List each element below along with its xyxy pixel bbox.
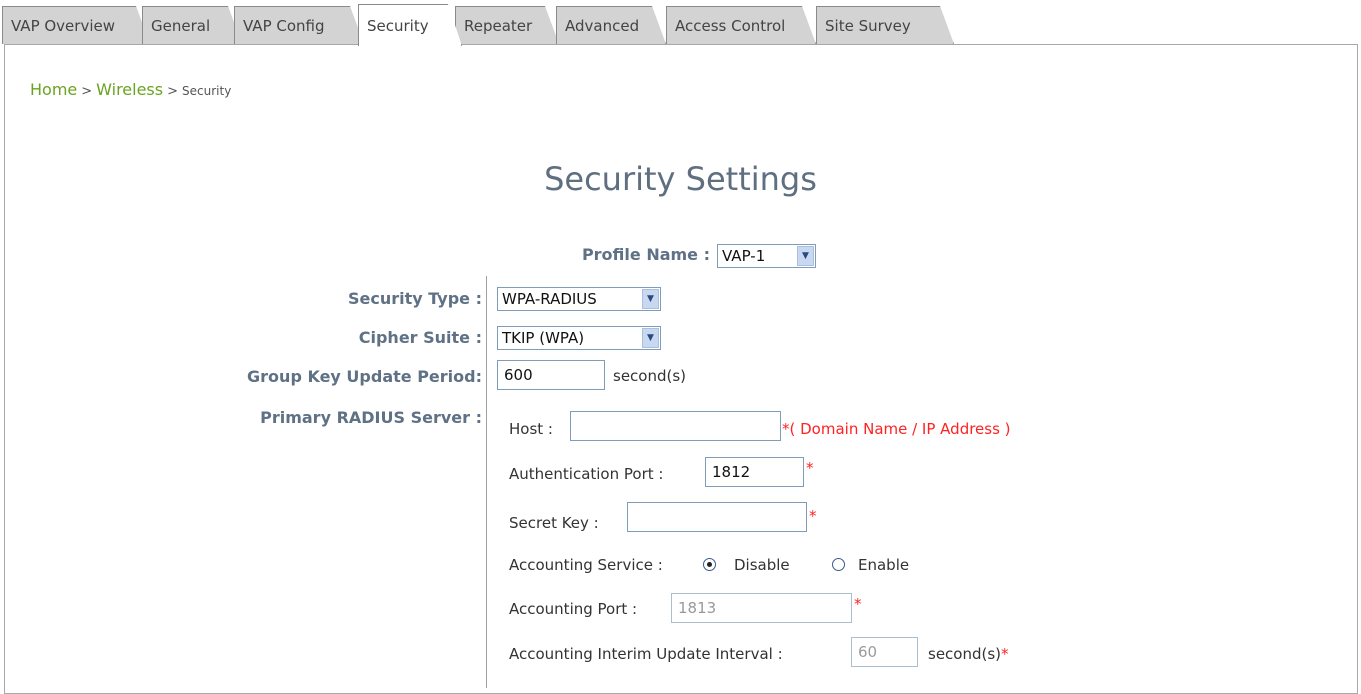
tab-vap-config[interactable]: VAP Config	[234, 6, 364, 44]
auth-port-label: Authentication Port :	[509, 465, 664, 483]
tab-label: Security	[367, 16, 429, 35]
required-mark: *	[806, 459, 814, 477]
required-mark: *	[809, 507, 817, 525]
tab-security[interactable]: Security	[358, 4, 462, 46]
breadcrumb: Home > Wireless > Security	[30, 80, 231, 99]
required-mark: *	[1001, 645, 1009, 663]
auth-port-input[interactable]: 1812	[705, 457, 804, 487]
tab-advanced[interactable]: Advanced	[556, 6, 666, 44]
accounting-enable-label: Enable	[858, 556, 910, 574]
breadcrumb-home-link[interactable]: Home	[30, 80, 77, 99]
chevron-down-icon: ▼	[642, 289, 659, 309]
tab-label: VAP Config	[243, 16, 325, 35]
accounting-disable-label: Disable	[734, 556, 790, 574]
tab-site-survey[interactable]: Site Survey	[816, 6, 954, 44]
interim-unit-text: second(s)	[928, 645, 1002, 663]
page-title: Security Settings	[544, 160, 817, 198]
host-label: Host :	[509, 420, 553, 438]
required-mark: *	[854, 595, 862, 613]
accounting-port-label: Accounting Port :	[509, 600, 638, 618]
interim-interval-unit: second(s)*	[928, 645, 1009, 663]
tab-vap-overview[interactable]: VAP Overview	[2, 6, 150, 44]
radius-server-label: Primary RADIUS Server :	[260, 408, 482, 427]
tab-label: General	[151, 16, 211, 35]
tab-label: VAP Overview	[11, 16, 115, 35]
chevron-down-icon: ▼	[642, 328, 659, 348]
accounting-service-label: Accounting Service :	[509, 556, 663, 574]
security-type-select[interactable]: WPA-RADIUS ▼	[497, 287, 661, 311]
tab-access-control[interactable]: Access Control	[666, 6, 816, 44]
tab-label: Site Survey	[825, 16, 911, 35]
tab-bar: VAP Overview General VAP Config Security…	[0, 0, 1361, 46]
secret-key-input[interactable]	[627, 502, 807, 532]
cipher-suite-value: TKIP (WPA)	[502, 329, 585, 347]
host-hint: *( Domain Name / IP Address )	[782, 420, 1011, 438]
interim-interval-label: Accounting Interim Update Interval :	[509, 645, 783, 663]
profile-name-label: Profile Name :	[581, 245, 710, 264]
accounting-port-input[interactable]: 1813	[671, 593, 852, 623]
breadcrumb-wireless-link[interactable]: Wireless	[96, 80, 163, 99]
security-type-label: Security Type :	[348, 289, 482, 308]
cipher-suite-select[interactable]: TKIP (WPA) ▼	[497, 326, 661, 350]
group-key-unit: second(s)	[613, 367, 687, 385]
profile-name-select[interactable]: VAP-1 ▼	[717, 244, 816, 268]
tab-label: Access Control	[675, 16, 786, 35]
accounting-enable-radio[interactable]	[832, 558, 845, 571]
breadcrumb-current: Security	[182, 84, 232, 98]
secret-key-label: Secret Key :	[509, 514, 599, 532]
breadcrumb-separator: >	[81, 84, 93, 99]
tab-label: Advanced	[565, 16, 640, 35]
accounting-disable-radio[interactable]	[703, 558, 716, 571]
interim-interval-input[interactable]: 60	[851, 637, 918, 667]
tab-label: Repeater	[464, 16, 533, 35]
form-divider	[486, 276, 487, 688]
chevron-down-icon: ▼	[797, 246, 814, 266]
tab-repeater[interactable]: Repeater	[455, 6, 559, 44]
profile-name-value: VAP-1	[722, 247, 766, 265]
host-input[interactable]	[570, 411, 781, 441]
radio-selected-dot	[707, 562, 712, 567]
breadcrumb-separator: >	[167, 84, 179, 99]
tab-general[interactable]: General	[142, 6, 242, 44]
cipher-suite-label: Cipher Suite :	[358, 328, 482, 347]
group-key-label: Group Key Update Period:	[247, 367, 482, 386]
group-key-input[interactable]: 600	[497, 360, 605, 390]
security-type-value: WPA-RADIUS	[502, 290, 597, 308]
